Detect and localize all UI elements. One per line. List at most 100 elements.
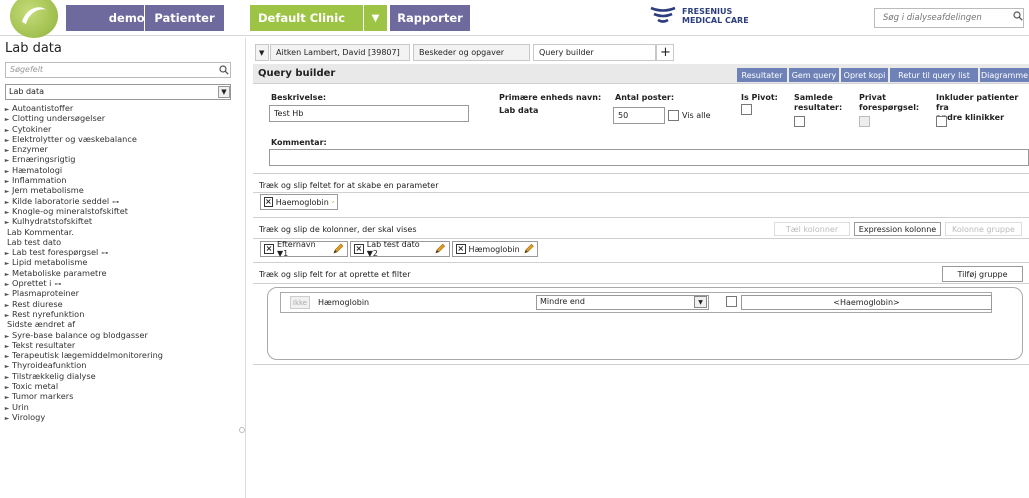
tab-patient[interactable]: Aitken Lambert, David [39807] (270, 44, 410, 61)
tree-item[interactable]: ► Toxic metal (0, 381, 245, 391)
tree-item[interactable]: ► Hæmatologi (0, 165, 245, 175)
add-group-button[interactable]: Tilføj gruppe (942, 266, 1023, 282)
entity-select[interactable]: Lab data (5, 84, 231, 100)
tree-item[interactable]: ► Cytokiner (0, 124, 245, 134)
pivot-checkbox[interactable] (741, 104, 752, 115)
filter-operator-select[interactable]: Mindre end (536, 295, 709, 310)
tree-item-label: Tilstrækkelig dialyse (12, 370, 96, 381)
parameter-chip[interactable]: × Haemoglobin (260, 194, 338, 210)
include-patients-label-line1: Inkluder patienter fra (936, 93, 1019, 112)
tree-item[interactable]: ► Rest diurese (0, 299, 245, 309)
tree-item-label: Rest diurese (12, 298, 63, 309)
edit-pencil-icon[interactable] (332, 243, 344, 255)
save-query-button[interactable]: Gem query (789, 68, 839, 82)
tree-item[interactable]: Lab test dato (0, 237, 245, 247)
tab-list-dropdown[interactable]: ▼ (255, 44, 269, 61)
total-results-label-line2: resultater: (794, 103, 843, 112)
tree-item[interactable]: ► Rest nyrefunktion (0, 309, 245, 319)
expand-arrow-icon[interactable]: ► (2, 414, 12, 424)
tree-item[interactable]: ► Thyroideafunktion (0, 360, 245, 370)
remove-icon[interactable]: × (264, 197, 273, 207)
field-search-input[interactable]: Søgefelt (5, 62, 231, 78)
tree-item[interactable]: ► Inflammation (0, 175, 245, 185)
comment-input[interactable] (269, 149, 1029, 166)
tree-item[interactable]: ► Virology (0, 412, 245, 422)
add-tab-button[interactable]: + (656, 44, 674, 61)
tree-item[interactable]: ► Jern metabolisme (0, 185, 245, 195)
edit-pencil-icon[interactable] (332, 196, 334, 208)
clinic-dropdown-icon[interactable]: ▼ (363, 5, 387, 31)
tree-item-label: Tekst resultater (12, 339, 76, 350)
search-icon[interactable] (1013, 11, 1023, 21)
tree-item[interactable]: ► Tumor markers (0, 391, 245, 401)
include-patients-checkbox[interactable] (936, 116, 947, 127)
count-input[interactable]: 50 (613, 107, 665, 124)
filter-value-input[interactable]: <Haemoglobin> (741, 295, 992, 310)
chevron-down-icon[interactable]: ▼ (694, 296, 707, 308)
tree-item[interactable]: ► Kilde laboratorie seddel ⊶ (0, 196, 245, 206)
description-input[interactable]: Test Hb (269, 105, 469, 122)
results-button[interactable]: Resultater (737, 68, 787, 82)
tree-item[interactable]: ► Enzymer (0, 144, 245, 154)
tree-item[interactable]: ► Urin (0, 402, 245, 412)
tree-item[interactable]: ► Ernæringsrigtig (0, 154, 245, 164)
diagram-button[interactable]: Diagramme (980, 68, 1029, 82)
reports-button[interactable]: Rapporter (390, 5, 470, 31)
chevron-down-icon[interactable]: ▼ (218, 86, 230, 98)
brand-logo: FRESENIUS MEDICAL CARE (650, 5, 749, 27)
filter-section-label: Træk og slip felt for at oprette et filt… (259, 270, 411, 279)
tree-item[interactable]: ► Terapeutisk lægemiddelmonitorering (0, 350, 245, 360)
tab-query-builder[interactable]: Query builder (533, 44, 656, 61)
back-to-list-button[interactable]: Retur til query list (890, 68, 978, 82)
tree-item[interactable]: ► Tilstrækkelig dialyse (0, 371, 245, 381)
tree-item[interactable]: ► Clotting undersøgelser (0, 113, 245, 123)
tree-item[interactable]: ► Kulhydratstofskiftet (0, 216, 245, 226)
show-all-checkbox[interactable] (668, 110, 679, 121)
tree-item[interactable]: ► Oprettet i ⊶ (0, 278, 245, 288)
not-toggle-button[interactable]: Ikke (290, 296, 310, 309)
tree-item[interactable]: ► Tekst resultater (0, 340, 245, 350)
link-key-icon: ⊶ (112, 197, 120, 206)
expression-column-button[interactable]: Expression kolonne (854, 222, 941, 236)
divider (253, 192, 1029, 193)
tree-item[interactable]: Lab Kommentar. (0, 227, 245, 237)
tree-item-label: Oprettet i (12, 278, 52, 289)
copy-button[interactable]: Opret kopi (841, 68, 888, 82)
remove-icon[interactable]: × (456, 244, 466, 254)
remove-icon[interactable]: × (354, 244, 364, 254)
tree-item[interactable]: Sidste ændret af (0, 319, 245, 329)
tree-item[interactable]: ► Lab test forespørgsel ⊶ (0, 247, 245, 257)
column-chip[interactable]: × Lab test dato ▼2 (350, 240, 450, 258)
tree-item-label: Lab Kommentar. (7, 226, 74, 237)
tree-item-label: Rest nyrefunktion (12, 308, 85, 319)
column-chip[interactable]: × Efternavn ▼1 (260, 240, 348, 258)
left-panel: Lab data Søgefelt Lab data ▼ ► Autoantist… (0, 38, 246, 498)
column-chip[interactable]: × Hæmoglobin (452, 241, 538, 257)
total-results-checkbox[interactable] (794, 116, 805, 127)
edit-pencil-icon[interactable] (434, 243, 446, 255)
left-panel-title: Lab data (5, 41, 62, 56)
tree-item[interactable]: ► Knogle-og mineralstofskiftet (0, 206, 245, 216)
tree-item-label: Autoantistoffer (12, 103, 74, 113)
column-chip-label: Efternavn ▼1 (276, 240, 316, 258)
tree-item-label: Metaboliske parametre (12, 267, 107, 278)
tree-item[interactable]: ► Plasmaproteiner (0, 288, 245, 298)
tree-item[interactable]: ► Syre-base balance og blodgasser (0, 330, 245, 340)
panel-splitter-handle[interactable] (239, 427, 245, 433)
tree-item-label: Jern metabolisme (12, 185, 84, 196)
tab-messages[interactable]: Beskeder og opgaver (413, 44, 530, 61)
tree-item[interactable]: ► Lipid metabolisme (0, 257, 245, 267)
top-bar: demouser Patienter Default Clinic ▼ Rapp… (0, 0, 1029, 38)
tree-item[interactable]: ► Metaboliske parametre (0, 268, 245, 278)
tree-item[interactable]: ► Autoantistoffer (0, 103, 245, 113)
query-form: Beskrivelse: Test Hb Primære enheds navn… (253, 88, 1029, 174)
patients-button[interactable]: Patienter (144, 5, 224, 31)
tree-item[interactable]: ► Elektrolytter og væskebalance (0, 134, 245, 144)
filter-parameter-checkbox[interactable] (726, 296, 737, 307)
app-logo[interactable] (10, 0, 58, 38)
dialysis-search-input[interactable] (874, 8, 1024, 28)
clinic-button[interactable]: Default Clinic (250, 5, 363, 31)
search-icon[interactable] (219, 65, 229, 75)
edit-pencil-icon[interactable] (523, 243, 534, 255)
remove-icon[interactable]: × (264, 244, 274, 254)
